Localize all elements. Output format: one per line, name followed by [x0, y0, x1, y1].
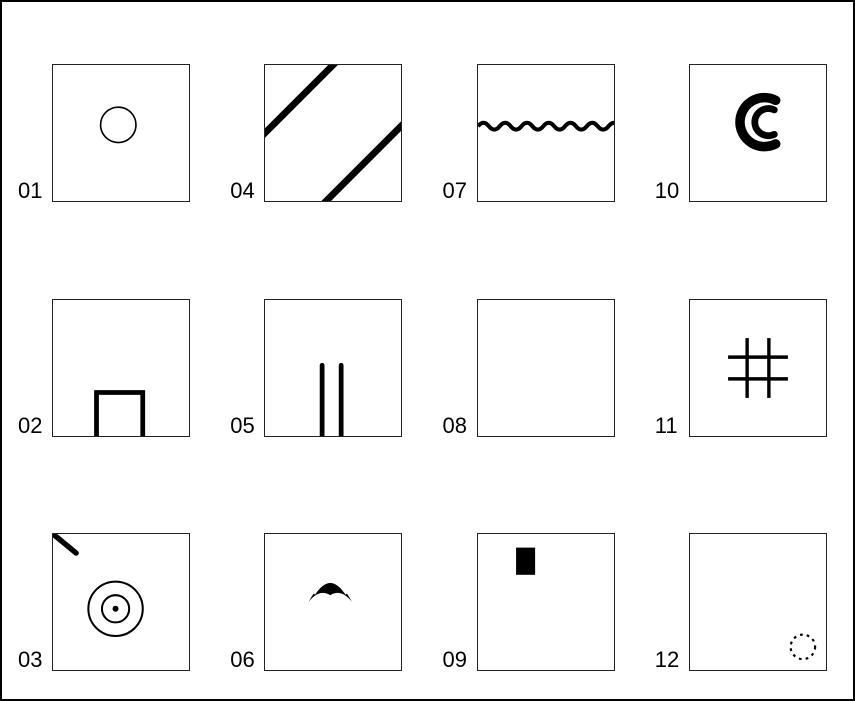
dotted-small-circle-icon: [690, 534, 826, 670]
hash-grid-icon: [690, 300, 826, 436]
cell-11: 11: [655, 264, 837, 436]
cell-01: 01: [18, 30, 200, 202]
crescent-arc-icon: [265, 534, 401, 670]
tile-03: [52, 533, 190, 671]
cell-08: 08: [443, 264, 625, 436]
two-diagonal-lines-icon: [265, 65, 401, 201]
blank-icon: [478, 300, 614, 436]
two-vertical-lines-icon: [265, 300, 401, 436]
cell-label: 12: [655, 649, 683, 671]
tile-05: [264, 299, 402, 437]
double-c-icon: [690, 65, 826, 201]
cell-label: 08: [443, 415, 471, 437]
tile-02: [52, 299, 190, 437]
small-black-rectangle-icon: [478, 534, 614, 670]
open-rectangle-bottom-icon: [53, 300, 189, 436]
cell-label: 10: [655, 180, 683, 202]
circle-outline-icon: [53, 65, 189, 201]
wavy-line-icon: [478, 65, 614, 201]
cell-label: 02: [18, 415, 46, 437]
tile-09: [477, 533, 615, 671]
cell-label: 06: [230, 649, 258, 671]
tile-01: [52, 64, 190, 202]
cell-03: 03: [18, 499, 200, 671]
cell-label: 09: [443, 649, 471, 671]
cell-12: 12: [655, 499, 837, 671]
cell-09: 09: [443, 499, 625, 671]
tile-04: [264, 64, 402, 202]
tile-12: [689, 533, 827, 671]
cell-04: 04: [230, 30, 412, 202]
cell-02: 02: [18, 264, 200, 436]
cell-label: 05: [230, 415, 258, 437]
cell-10: 10: [655, 30, 837, 202]
page-frame: 01 02 03: [0, 0, 855, 701]
tile-grid: 01 02 03: [18, 30, 837, 671]
cell-label: 03: [18, 649, 46, 671]
tile-07: [477, 64, 615, 202]
cell-06: 06: [230, 499, 412, 671]
cell-05: 05: [230, 264, 412, 436]
cell-07: 07: [443, 30, 625, 202]
tile-08: [477, 299, 615, 437]
tile-06: [264, 533, 402, 671]
tile-11: [689, 299, 827, 437]
tile-10: [689, 64, 827, 202]
target-with-tick-icon: [53, 534, 189, 670]
cell-label: 04: [230, 180, 258, 202]
cell-label: 01: [18, 180, 46, 202]
cell-label: 11: [655, 415, 683, 437]
cell-label: 07: [443, 180, 471, 202]
